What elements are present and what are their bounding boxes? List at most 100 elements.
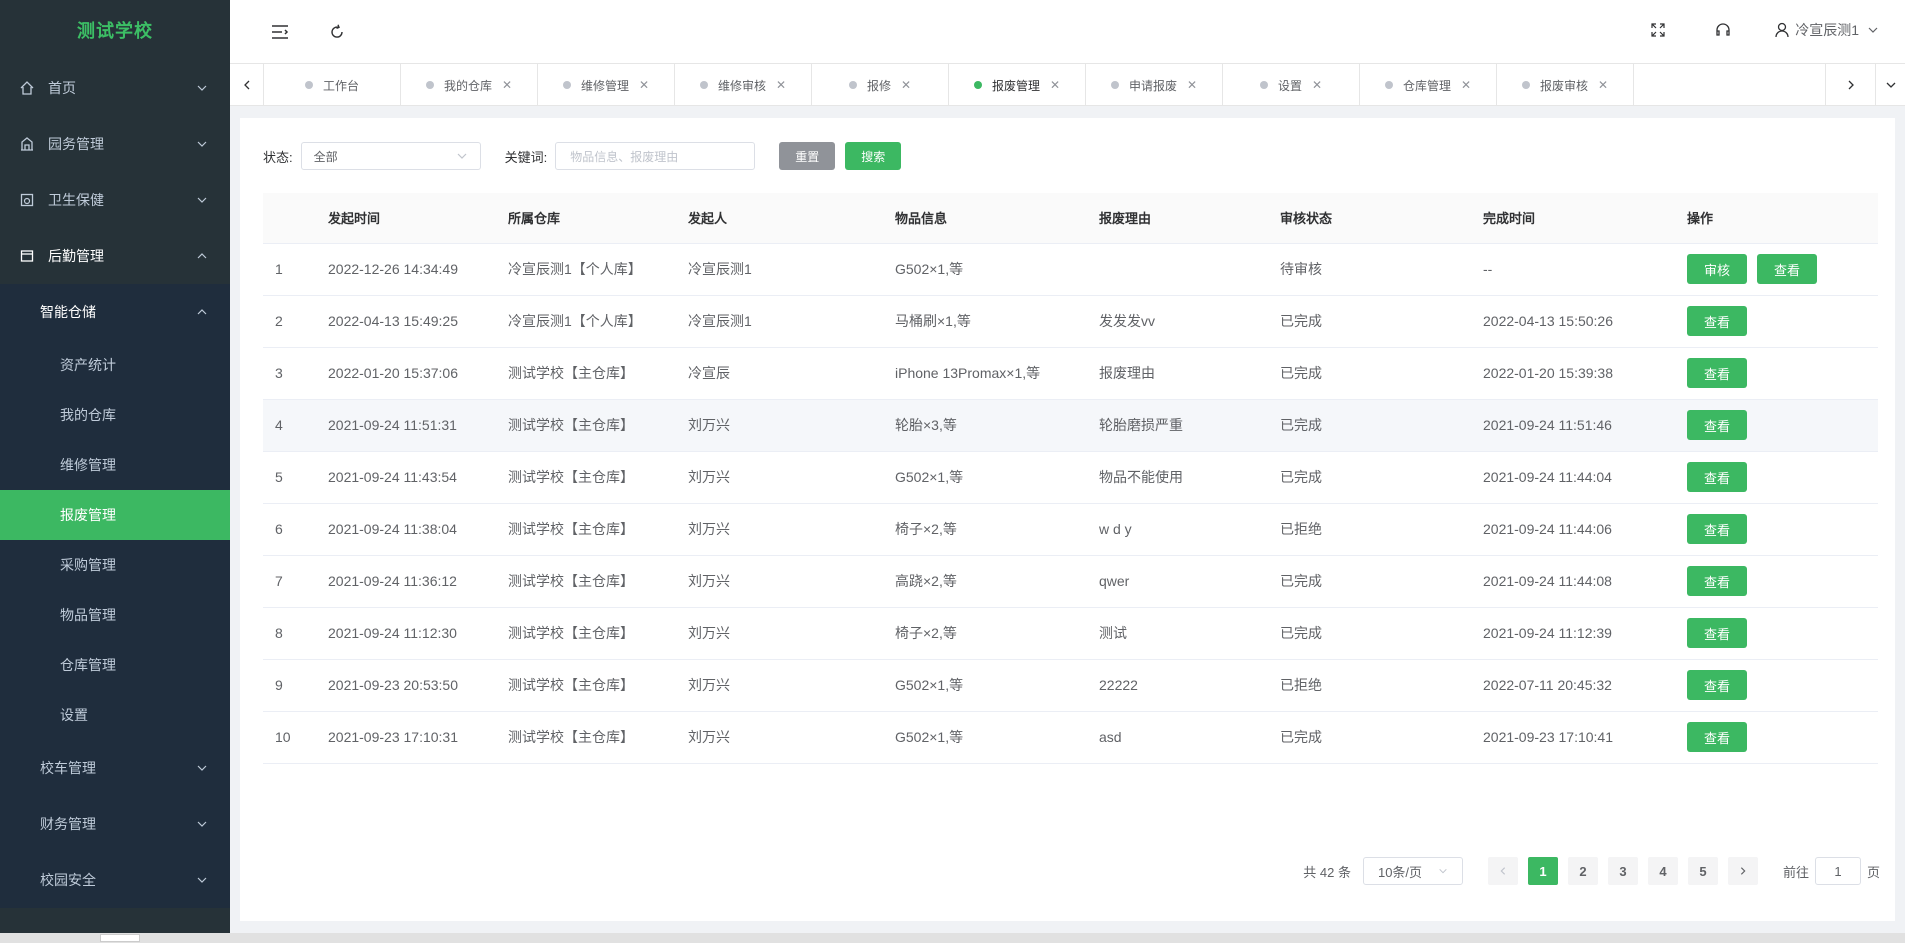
page-button-4[interactable]: 4 [1647, 857, 1678, 885]
close-icon[interactable]: ✕ [1312, 78, 1322, 92]
row-initiator: 冷宣辰 [688, 347, 895, 400]
sidebar-item-label: 首页 [48, 80, 76, 96]
tab-repair[interactable]: 维修管理 ✕ [538, 64, 675, 105]
page-button-1[interactable]: 1 [1527, 857, 1558, 885]
row-actions: 审核 查看 [1687, 243, 1878, 296]
page-button-3[interactable]: 3 [1607, 857, 1638, 885]
sidebar-leaf-items[interactable]: 物品管理 [0, 590, 230, 640]
row-index: 9 [263, 659, 328, 712]
tab-my-warehouse[interactable]: 我的仓库 ✕ [401, 64, 538, 105]
view-button[interactable]: 查看 [1687, 566, 1747, 596]
row-done-time: 2021-09-24 11:44:04 [1483, 451, 1687, 504]
sidebar-item-security[interactable]: 校园安全 [0, 852, 230, 908]
tab-dot [425, 81, 434, 89]
submenu-title-smart-storage[interactable]: 智能仓储 [0, 284, 230, 340]
tab-dot [1521, 81, 1530, 89]
refresh-icon[interactable] [327, 22, 347, 42]
view-button[interactable]: 查看 [1687, 514, 1747, 544]
tab-apply-scrap[interactable]: 申请报废 ✕ [1086, 64, 1223, 105]
user-icon [1774, 22, 1790, 38]
status-select[interactable]: 全部 [300, 142, 481, 170]
review-button[interactable]: 审核 [1687, 254, 1747, 284]
sidebar-item-bus[interactable]: 校车管理 [0, 740, 230, 796]
row-status: 已完成 [1280, 347, 1483, 400]
page-scrollbar-horizontal[interactable] [0, 933, 1905, 943]
tab-scrap-review[interactable]: 报废审核 ✕ [1497, 64, 1634, 105]
table-row: 7 2021-09-24 11:36:12 测试学校【主仓库】 刘万兴 高跷×2,等 qw… [263, 555, 1878, 608]
close-icon[interactable]: ✕ [1598, 78, 1608, 92]
sidebar-item-logistics[interactable]: 后勤管理 [0, 228, 230, 284]
view-button[interactable]: 查看 [1687, 306, 1747, 336]
user-menu[interactable]: 冷宣辰测1 [1774, 20, 1879, 40]
page-scrollbar-vertical[interactable] [1895, 118, 1905, 923]
search-button[interactable]: 搜索 [845, 142, 902, 170]
sidebar-leaf-repair[interactable]: 维修管理 [0, 440, 230, 490]
row-time: 2022-01-20 15:37:06 [328, 347, 508, 400]
sidebar-leaf-scrap[interactable]: 报废管理 [0, 490, 230, 540]
goto-page-input[interactable]: 1 [1814, 857, 1861, 885]
view-button[interactable]: 查看 [1687, 670, 1747, 700]
sidebar-item-campus[interactable]: 园务管理 [0, 116, 230, 172]
sidebar-item-home[interactable]: 首页 [0, 60, 230, 116]
tab-workbench[interactable]: 工作台 [264, 64, 401, 105]
tab-dot [304, 81, 313, 89]
menu-fold-icon[interactable] [270, 22, 290, 42]
view-button[interactable]: 查看 [1687, 462, 1747, 492]
building-icon [18, 135, 36, 153]
next-page-button[interactable] [1727, 857, 1758, 885]
row-reason: 发发发vv [1099, 295, 1280, 348]
page-button-5[interactable]: 5 [1687, 857, 1718, 885]
table-row: 6 2021-09-24 11:38:04 测试学校【主仓库】 刘万兴 椅子×2,等 w … [263, 503, 1878, 556]
scrollbar-thumb[interactable] [100, 934, 140, 942]
fullscreen-icon[interactable] [1650, 22, 1666, 38]
row-reason: 报废理由 [1099, 347, 1280, 400]
view-button[interactable]: 查看 [1757, 254, 1817, 284]
prev-page-button[interactable] [1487, 857, 1518, 885]
view-button[interactable]: 查看 [1687, 358, 1747, 388]
sidebar-leaf-settings[interactable]: 设置 [0, 690, 230, 740]
view-button[interactable]: 查看 [1687, 618, 1747, 648]
sidebar-leaf-purchase[interactable]: 采购管理 [0, 540, 230, 590]
keyword-input[interactable]: 物品信息、报废理由 [555, 142, 756, 170]
headset-icon[interactable] [1714, 21, 1732, 39]
page-size-select[interactable]: 10条/页 [1362, 857, 1463, 885]
goto-suffix: 页 [1866, 864, 1880, 880]
sidebar-leaf-warehouse[interactable]: 仓库管理 [0, 640, 230, 690]
tab-dot [848, 81, 857, 89]
tab-warehouse-management[interactable]: 仓库管理 ✕ [1360, 64, 1497, 105]
view-button[interactable]: 查看 [1687, 410, 1747, 440]
close-icon[interactable]: ✕ [502, 78, 512, 92]
close-icon[interactable]: ✕ [1187, 78, 1197, 92]
row-item: G502×1,等 [895, 711, 1099, 764]
chevron-down-icon [1867, 24, 1879, 36]
close-icon[interactable]: ✕ [1461, 78, 1471, 92]
close-icon[interactable]: ✕ [1050, 78, 1060, 92]
close-icon[interactable]: ✕ [639, 78, 649, 92]
tab-dropdown-button[interactable] [1875, 64, 1905, 105]
tab-scroll-right-button[interactable] [1825, 64, 1875, 105]
sidebar-item-health[interactable]: 卫生保健 [0, 172, 230, 228]
sidebar-leaf-asset-stats[interactable]: 资产统计 [0, 340, 230, 390]
tab-settings[interactable]: 设置 ✕ [1223, 64, 1360, 105]
chevron-down-icon [197, 141, 207, 147]
close-icon[interactable]: ✕ [901, 78, 911, 92]
row-warehouse: 冷宣辰测1【个人库】 [508, 243, 688, 296]
tab-bar: 工作台 我的仓库 ✕ 维修管理 ✕ 维修审核 ✕ 报修 ✕ 报废管理 ✕ 申请报废 ✕ 设置… [230, 64, 1905, 106]
table-row: 8 2021-09-24 11:12:30 测试学校【主仓库】 刘万兴 椅子×2,等 测试… [263, 607, 1878, 660]
row-actions: 查看 [1687, 503, 1878, 556]
row-initiator: 冷宣辰测1 [688, 243, 895, 296]
row-reason [1099, 243, 1280, 296]
sidebar-item-finance[interactable]: 财务管理 [0, 796, 230, 852]
row-initiator: 刘万兴 [688, 555, 895, 608]
tab-scroll-left-button[interactable] [230, 64, 264, 106]
view-button[interactable]: 查看 [1687, 722, 1747, 752]
tab-report-repair[interactable]: 报修 ✕ [812, 64, 949, 105]
row-reason: w d y [1099, 503, 1280, 556]
tab-repair-review[interactable]: 维修审核 ✕ [675, 64, 812, 105]
chevron-left-icon [1500, 867, 1506, 875]
sidebar-leaf-my-warehouse[interactable]: 我的仓库 [0, 390, 230, 440]
close-icon[interactable]: ✕ [776, 78, 786, 92]
reset-button[interactable]: 重置 [779, 142, 836, 170]
tab-scrap-management[interactable]: 报废管理 ✕ [949, 64, 1086, 105]
page-button-2[interactable]: 2 [1567, 857, 1598, 885]
